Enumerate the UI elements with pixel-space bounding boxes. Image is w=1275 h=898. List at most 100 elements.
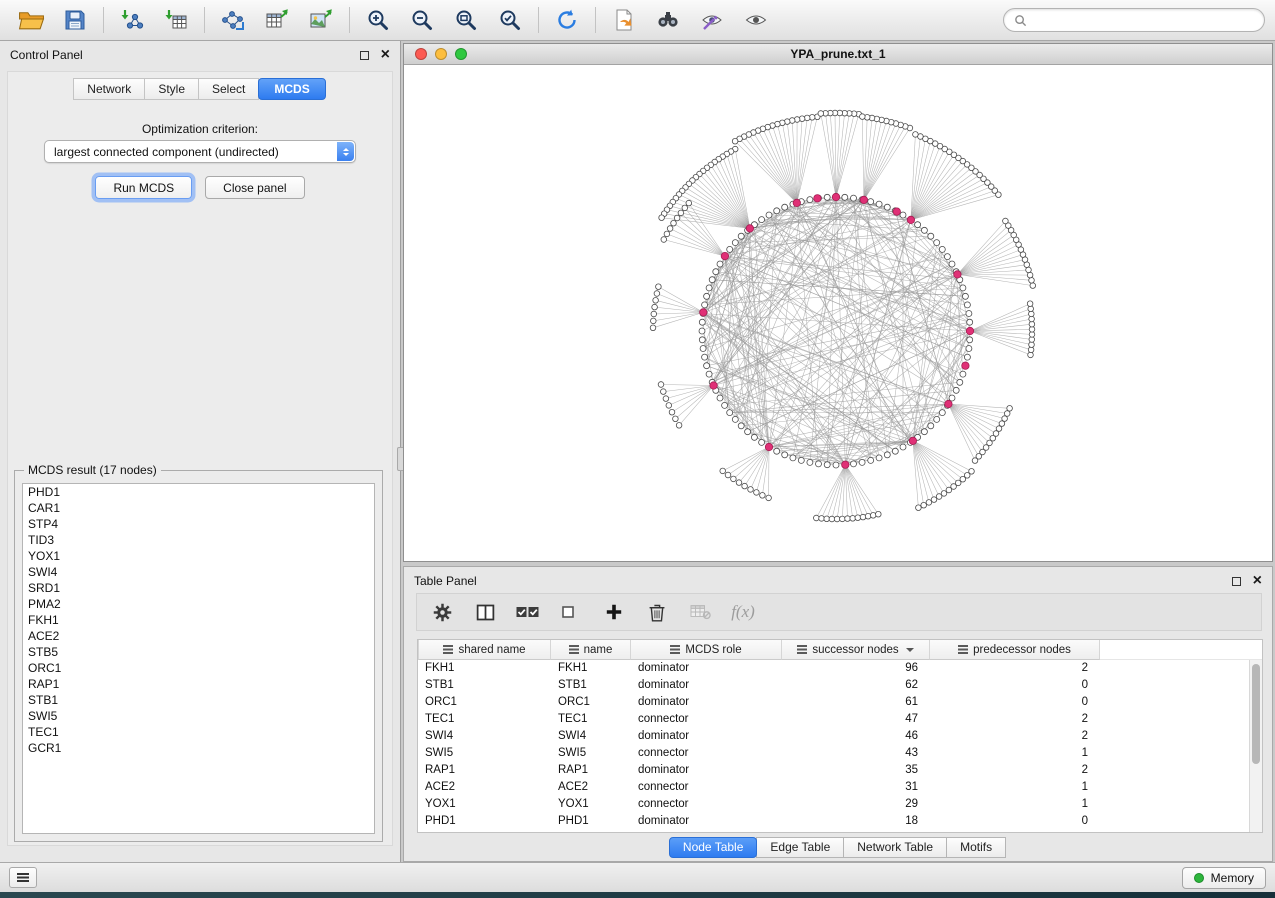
- function-builder-button[interactable]: f(x): [730, 599, 756, 625]
- tab-node-table[interactable]: Node Table: [669, 837, 758, 858]
- minimize-window-icon[interactable]: [435, 48, 447, 60]
- criterion-dropdown[interactable]: largest connected component (undirected): [44, 140, 356, 163]
- save-session-button[interactable]: [54, 3, 96, 37]
- network-canvas[interactable]: [404, 65, 1272, 561]
- column-selector-button[interactable]: [472, 599, 498, 625]
- mcds-result-item[interactable]: YOX1: [23, 548, 374, 564]
- add-column-button[interactable]: [601, 599, 627, 625]
- table-row[interactable]: PHD1PHD1dominator180: [418, 813, 1249, 830]
- close-panel-button[interactable]: Close panel: [205, 176, 304, 199]
- mcds-result-item[interactable]: GCR1: [23, 740, 374, 756]
- float-panel-icon[interactable]: [1232, 577, 1241, 586]
- mcds-result-item[interactable]: CAR1: [23, 500, 374, 516]
- select-all-button[interactable]: [515, 599, 541, 625]
- mcds-result-item[interactable]: STB5: [23, 644, 374, 660]
- memory-button[interactable]: Memory: [1182, 867, 1266, 889]
- import-network-button[interactable]: [111, 3, 153, 37]
- zoom-fit-button[interactable]: [445, 3, 487, 37]
- table-row[interactable]: STB1STB1dominator620: [418, 677, 1249, 694]
- tab-network[interactable]: Network: [73, 78, 145, 100]
- columns-icon: [475, 602, 496, 623]
- table-cell: FKH1: [418, 660, 551, 677]
- zoom-in-icon: [366, 8, 390, 32]
- zoom-fit-icon: [454, 8, 478, 32]
- criterion-dropdown-value: largest connected component (undirected): [54, 145, 279, 159]
- table-toolbar: f(x): [416, 593, 1262, 631]
- column-header-predecessor-nodes[interactable]: predecessor nodes: [930, 640, 1100, 660]
- zoom-selected-button[interactable]: [489, 3, 531, 37]
- column-header-MCDS-role[interactable]: MCDS role: [631, 640, 782, 660]
- mcds-result-item[interactable]: SRD1: [23, 580, 374, 596]
- node-table-header: shared name nameMCDS rolesuccessor nodesp…: [418, 640, 1262, 660]
- column-header-successor-nodes[interactable]: successor nodes: [782, 640, 930, 660]
- maximize-window-icon[interactable]: [455, 48, 467, 60]
- network-window-titlebar[interactable]: YPA_prune.txt_1: [404, 44, 1272, 65]
- open-file-button[interactable]: [10, 3, 52, 37]
- table-row[interactable]: RAP1RAP1dominator352: [418, 762, 1249, 779]
- table-row[interactable]: SWI4SWI4dominator462: [418, 728, 1249, 745]
- mcds-result-item[interactable]: PMA2: [23, 596, 374, 612]
- close-window-icon[interactable]: [415, 48, 427, 60]
- mcds-result-item[interactable]: ACE2: [23, 628, 374, 644]
- tab-edge-table[interactable]: Edge Table: [756, 837, 844, 858]
- float-panel-icon[interactable]: [360, 51, 369, 60]
- table-row[interactable]: SWI5SWI5connector431: [418, 745, 1249, 762]
- zoom-out-button[interactable]: [401, 3, 443, 37]
- show-graphics-details-button[interactable]: [691, 3, 733, 37]
- panel-menu-button[interactable]: [9, 867, 37, 888]
- table-cell: SWI5: [551, 745, 631, 762]
- table-row[interactable]: YOX1YOX1connector291: [418, 796, 1249, 813]
- import-table-button[interactable]: [155, 3, 197, 37]
- table-settings-button[interactable]: [429, 599, 455, 625]
- search-network-button[interactable]: [647, 3, 689, 37]
- mcds-result-item[interactable]: TID3: [23, 532, 374, 548]
- tab-mcds[interactable]: MCDS: [258, 78, 325, 100]
- search-icon: [1014, 14, 1027, 27]
- table-row[interactable]: ACE2ACE2connector311: [418, 779, 1249, 796]
- column-options-icon: [797, 645, 807, 654]
- mcds-result-list[interactable]: PHD1CAR1STP4TID3YOX1SWI4SRD1PMA2FKH1ACE2…: [22, 483, 375, 834]
- tab-select[interactable]: Select: [198, 78, 259, 100]
- apply-layout-button[interactable]: [546, 3, 588, 37]
- mcds-result-item[interactable]: STP4: [23, 516, 374, 532]
- deselect-all-button[interactable]: [558, 599, 584, 625]
- run-mcds-button[interactable]: Run MCDS: [95, 176, 192, 199]
- zoom-in-button[interactable]: [357, 3, 399, 37]
- column-header-shared-name[interactable]: shared name: [418, 640, 551, 660]
- network-graph[interactable]: [404, 65, 1272, 561]
- export-image-button[interactable]: [300, 3, 342, 37]
- close-panel-icon[interactable]: ×: [1253, 575, 1262, 587]
- tab-motifs[interactable]: Motifs: [946, 837, 1006, 858]
- table-cell: 35: [782, 762, 930, 779]
- node-table-body: FKH1FKH1dominator962STB1STB1dominator620…: [418, 660, 1249, 832]
- export-table-button[interactable]: [256, 3, 298, 37]
- column-header-name[interactable]: name: [551, 640, 631, 660]
- mcds-result-item[interactable]: TEC1: [23, 724, 374, 740]
- table-scrollbar[interactable]: [1249, 660, 1262, 832]
- close-panel-icon[interactable]: ×: [381, 49, 390, 61]
- search-input[interactable]: [1034, 13, 1254, 27]
- table-row[interactable]: ORC1ORC1dominator610: [418, 694, 1249, 711]
- mcds-result-item[interactable]: RAP1: [23, 676, 374, 692]
- table-row[interactable]: TEC1TEC1connector472: [418, 711, 1249, 728]
- import-table-disabled-button[interactable]: [687, 599, 713, 625]
- mcds-result-item[interactable]: ORC1: [23, 660, 374, 676]
- column-label: shared name: [458, 644, 525, 656]
- mcds-result-item[interactable]: PHD1: [23, 484, 374, 500]
- share-document-button[interactable]: [603, 3, 645, 37]
- mcds-result-item[interactable]: FKH1: [23, 612, 374, 628]
- table-row[interactable]: FKH1FKH1dominator962: [418, 660, 1249, 677]
- eye-button[interactable]: [735, 3, 777, 37]
- table-cell: 0: [930, 813, 1100, 830]
- new-network-button[interactable]: [212, 3, 254, 37]
- table-cell: PHD1: [418, 813, 551, 830]
- scrollbar-thumb[interactable]: [1252, 664, 1260, 764]
- mcds-result-item[interactable]: STB1: [23, 692, 374, 708]
- delete-column-button[interactable]: [644, 599, 670, 625]
- tab-network-table[interactable]: Network Table: [843, 837, 947, 858]
- mcds-result-item[interactable]: SWI5: [23, 708, 374, 724]
- toolbar-separator: [595, 7, 596, 33]
- table-cell: connector: [631, 711, 782, 728]
- tab-style[interactable]: Style: [144, 78, 199, 100]
- mcds-result-item[interactable]: SWI4: [23, 564, 374, 580]
